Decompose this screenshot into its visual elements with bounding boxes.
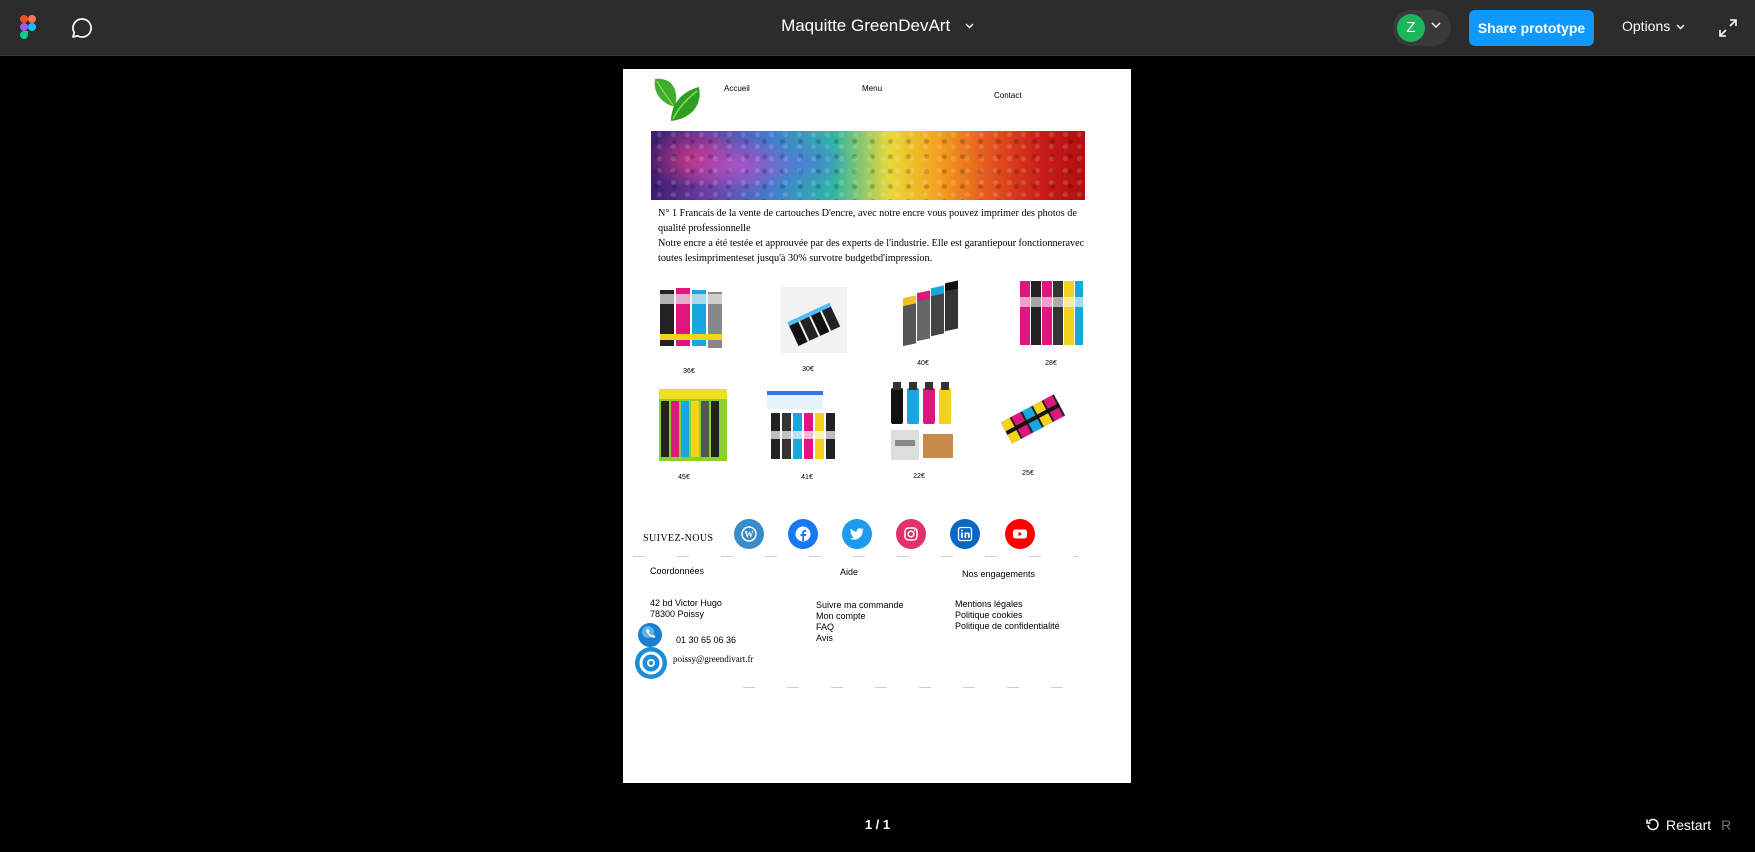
link-politique-cookies[interactable]: Politique cookies — [955, 610, 1060, 621]
address-line-1: 42 bd Victor Hugo — [650, 598, 722, 608]
chevron-down-icon[interactable] — [965, 23, 974, 29]
options-label: Options — [1622, 18, 1671, 34]
share-prototype-button[interactable]: Share prototype — [1469, 10, 1594, 46]
product-card-2[interactable] — [781, 287, 847, 353]
nav-accueil[interactable]: Accueil — [724, 84, 750, 93]
youtube-icon[interactable] — [1005, 519, 1035, 549]
product-price-2: 30€ — [802, 366, 814, 373]
product-card-7[interactable] — [887, 382, 959, 466]
ink-bottles-image — [891, 382, 953, 460]
contact-heading: Coordonnées — [650, 566, 705, 576]
restart-icon — [1646, 818, 1659, 831]
help-heading: Aide — [840, 567, 859, 577]
cartridge-image — [767, 391, 835, 459]
link-faq[interactable]: FAQ — [816, 622, 904, 633]
link-politique-confidentialite[interactable]: Politique de confidentialité — [955, 621, 1060, 632]
file-title[interactable]: Maquitte GreenDevArt — [781, 16, 950, 35]
prototype-frame[interactable]: Accueil Menu Contact N° 1 Francais de la… — [623, 69, 1131, 783]
product-price-6: 41€ — [801, 474, 813, 481]
product-price-7: 22€ — [913, 473, 925, 480]
leaf-logo — [654, 78, 700, 121]
chevron-down-icon — [1676, 24, 1685, 30]
intro-text: N° 1 Francais de la vente de cartouches … — [658, 206, 1088, 266]
intro-line-2: Notre encre a été testée et approuvée pa… — [658, 238, 1085, 264]
cartridge-image — [660, 288, 722, 348]
user-menu[interactable]: Z — [1393, 10, 1451, 46]
at-email-icon — [635, 647, 667, 679]
product-price-8: 25€ — [1022, 470, 1034, 477]
nav-contact[interactable]: Contact — [994, 91, 1022, 100]
link-mentions-legales[interactable]: Mentions légales — [955, 599, 1060, 610]
product-price-3: 40€ — [917, 360, 929, 367]
follow-us-label: SUIVEZ-NOUS — [643, 533, 714, 544]
restart-label: Restart — [1666, 817, 1712, 833]
wordpress-icon[interactable]: W — [734, 519, 764, 549]
address-line-2: 78300 Poissy — [650, 609, 705, 619]
product-card-1[interactable] — [658, 284, 730, 356]
restart-shortcut: R — [1721, 817, 1732, 833]
comment-icon[interactable] — [70, 16, 94, 40]
engagement-links: Mentions légales Politique cookies Polit… — [955, 599, 1060, 632]
product-price-5: 45€ — [678, 474, 690, 481]
product-price-4: 28€ — [1045, 360, 1057, 367]
cartridge-image — [1000, 394, 1066, 444]
svg-text:W: W — [745, 530, 754, 540]
help-links: Suivre ma commande Mon compte FAQ Avis — [816, 600, 904, 644]
facebook-icon[interactable] — [788, 519, 818, 549]
restart-button[interactable]: Restart R — [1646, 817, 1731, 833]
engagements-heading: Nos engagements — [962, 569, 1036, 579]
cartridge-image — [659, 389, 727, 461]
chevron-down-icon — [1431, 22, 1441, 29]
avatar: Z — [1397, 14, 1425, 42]
product-card-6[interactable] — [763, 387, 839, 463]
cartridge-image — [1020, 281, 1083, 345]
instagram-icon[interactable] — [896, 519, 926, 549]
fullscreen-icon[interactable] — [1718, 18, 1738, 38]
cartridge-image — [781, 287, 847, 353]
page-counter: 1 / 1 — [864, 817, 891, 832]
product-card-8[interactable] — [999, 387, 1067, 451]
cartridge-image — [903, 280, 958, 347]
linkedin-icon[interactable] — [950, 519, 980, 549]
prototype-toolbar: Maquitte GreenDevArt Z Share prototype O… — [0, 0, 1755, 56]
phone-icon — [638, 623, 662, 647]
twitter-icon[interactable] — [842, 519, 872, 549]
figma-logo-icon[interactable] — [20, 15, 36, 39]
options-button[interactable]: Options — [1622, 18, 1685, 34]
product-price-1: 36€ — [683, 368, 695, 375]
email-address[interactable]: poissy@greendivart.fr — [673, 654, 754, 665]
phone-number: 01 30 65 06 36 — [676, 635, 737, 645]
link-suivre-commande[interactable]: Suivre ma commande — [816, 600, 904, 611]
product-card-4[interactable] — [1018, 277, 1084, 349]
hero-banner — [651, 131, 1085, 200]
product-card-5[interactable] — [657, 387, 729, 463]
intro-line-1: N° 1 Francais de la vente de cartouches … — [658, 208, 1077, 234]
product-card-3[interactable] — [899, 279, 963, 349]
link-mon-compte[interactable]: Mon compte — [816, 611, 904, 622]
nav-menu[interactable]: Menu — [862, 84, 882, 93]
link-avis[interactable]: Avis — [816, 633, 904, 644]
address: 42 bd Victor Hugo 78300 Poissy — [650, 598, 722, 620]
